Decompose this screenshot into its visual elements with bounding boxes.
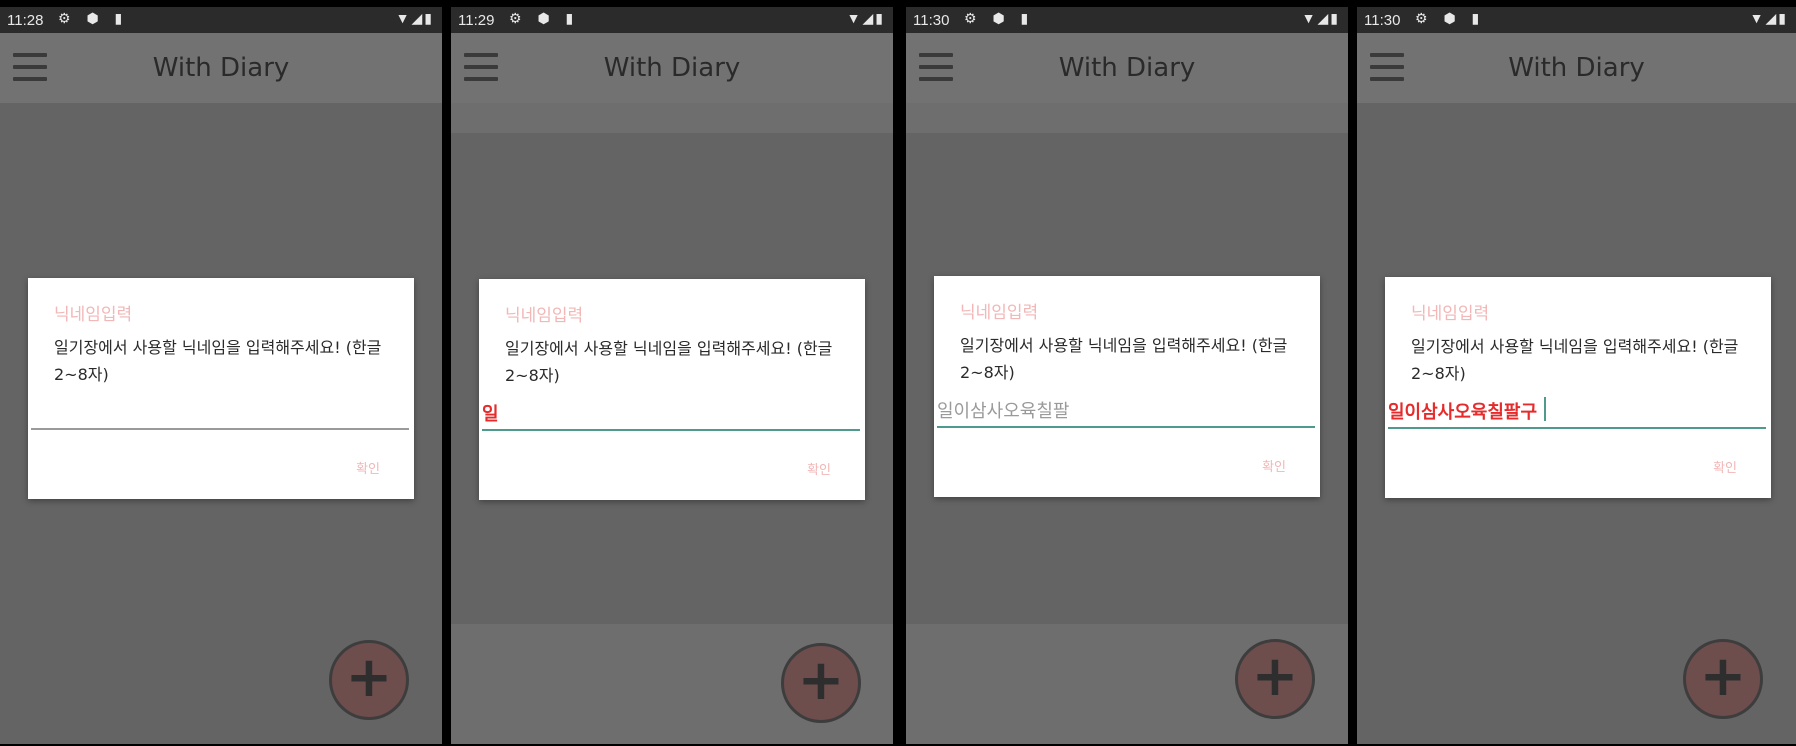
status-bar: 11:30 ⚙ ⬢ ▮ ▼◢▮ — [1357, 7, 1796, 33]
nickname-dialog: 닉네임입력 일기장에서 사용할 닉네임을 입력해주세요! (한글 2~8자) 확… — [1385, 277, 1771, 498]
system-icons: ▼◢▮ — [846, 10, 885, 26]
header-band — [906, 103, 1348, 133]
dialog-title: 닉네임입력 — [54, 305, 133, 325]
notification-icons: ⚙ ⬢ ▮ — [1415, 10, 1486, 26]
app-bar: With Diary — [0, 33, 442, 103]
notification-icons: ⚙ ⬢ ▮ — [964, 10, 1035, 26]
phone-screen-3: 11:30 ⚙ ⬢ ▮ ▼◢▮ With Diary 닉네임입력 일기장에서 사… — [906, 7, 1348, 744]
add-entry-button[interactable]: + — [781, 643, 861, 723]
nickname-dialog: 닉네임입력 일기장에서 사용할 닉네임을 입력해주세요! (한글 2~8자) 확… — [28, 278, 414, 499]
notification-icons: ⚙ ⬢ ▮ — [58, 10, 129, 26]
confirm-button[interactable]: 확인 — [1262, 456, 1286, 475]
dialog-title: 닉네임입력 — [960, 303, 1039, 323]
app-bar: With Diary — [1357, 33, 1796, 103]
system-icons: ▼◢▮ — [1749, 10, 1788, 26]
confirm-button[interactable]: 확인 — [1713, 457, 1737, 476]
status-time: 11:30 — [1364, 12, 1401, 29]
add-entry-button[interactable]: + — [329, 640, 409, 720]
text-cursor — [1544, 397, 1546, 421]
status-bar: 11:30 ⚙ ⬢ ▮ ▼◢▮ — [906, 7, 1348, 33]
status-time: 11:30 — [913, 12, 950, 29]
nickname-input[interactable] — [1388, 395, 1766, 429]
dialog-message: 일기장에서 사용할 닉네임을 입력해주세요! (한글 2~8자) — [960, 336, 1288, 382]
add-entry-button[interactable]: + — [1683, 639, 1763, 719]
nickname-input[interactable] — [31, 396, 409, 430]
phone-screen-2: 11:29 ⚙ ⬢ ▮ ▼◢▮ With Diary 닉네임입력 일기장에서 사… — [451, 7, 893, 744]
nickname-input[interactable] — [937, 394, 1315, 428]
phone-screen-4: 11:30 ⚙ ⬢ ▮ ▼◢▮ With Diary 닉네임입력 일기장에서 사… — [1357, 7, 1796, 744]
system-icons: ▼◢▮ — [395, 10, 434, 26]
confirm-button[interactable]: 확인 — [356, 458, 380, 477]
phone-screen-1: 11:28 ⚙ ⬢ ▮ ▼◢▮ With Diary 닉네임입력 일기장에서 사… — [0, 7, 442, 744]
app-bar: With Diary — [906, 33, 1348, 103]
confirm-button[interactable]: 확인 — [807, 459, 831, 478]
app-title: With Diary — [1058, 53, 1196, 83]
dialog-title: 닉네임입력 — [505, 306, 584, 326]
header-band — [451, 103, 893, 133]
system-icons: ▼◢▮ — [1301, 10, 1340, 26]
nickname-dialog: 닉네임입력 일기장에서 사용할 닉네임을 입력해주세요! (한글 2~8자) 확… — [934, 276, 1320, 497]
app-bar: With Diary — [451, 33, 893, 103]
nickname-dialog: 닉네임입력 일기장에서 사용할 닉네임을 입력해주세요! (한글 2~8자) 확… — [479, 279, 865, 500]
status-time: 11:29 — [458, 12, 495, 29]
status-bar: 11:29 ⚙ ⬢ ▮ ▼◢▮ — [451, 7, 893, 33]
screenshot-strip: 11:28 ⚙ ⬢ ▮ ▼◢▮ With Diary 닉네임입력 일기장에서 사… — [0, 0, 1796, 746]
notification-icons: ⚙ ⬢ ▮ — [509, 10, 580, 26]
app-title: With Diary — [1508, 53, 1645, 83]
dialog-message: 일기장에서 사용할 닉네임을 입력해주세요! (한글 2~8자) — [1411, 337, 1739, 383]
app-title: With Diary — [603, 53, 741, 83]
status-bar: 11:28 ⚙ ⬢ ▮ ▼◢▮ — [0, 7, 442, 33]
app-title: With Diary — [152, 53, 290, 83]
add-entry-button[interactable]: + — [1235, 639, 1315, 719]
dialog-message: 일기장에서 사용할 닉네임을 입력해주세요! (한글 2~8자) — [505, 339, 833, 385]
dialog-message: 일기장에서 사용할 닉네임을 입력해주세요! (한글 2~8자) — [54, 338, 382, 384]
dialog-title: 닉네임입력 — [1411, 304, 1490, 324]
nickname-input[interactable] — [482, 397, 860, 431]
status-time: 11:28 — [7, 12, 44, 29]
